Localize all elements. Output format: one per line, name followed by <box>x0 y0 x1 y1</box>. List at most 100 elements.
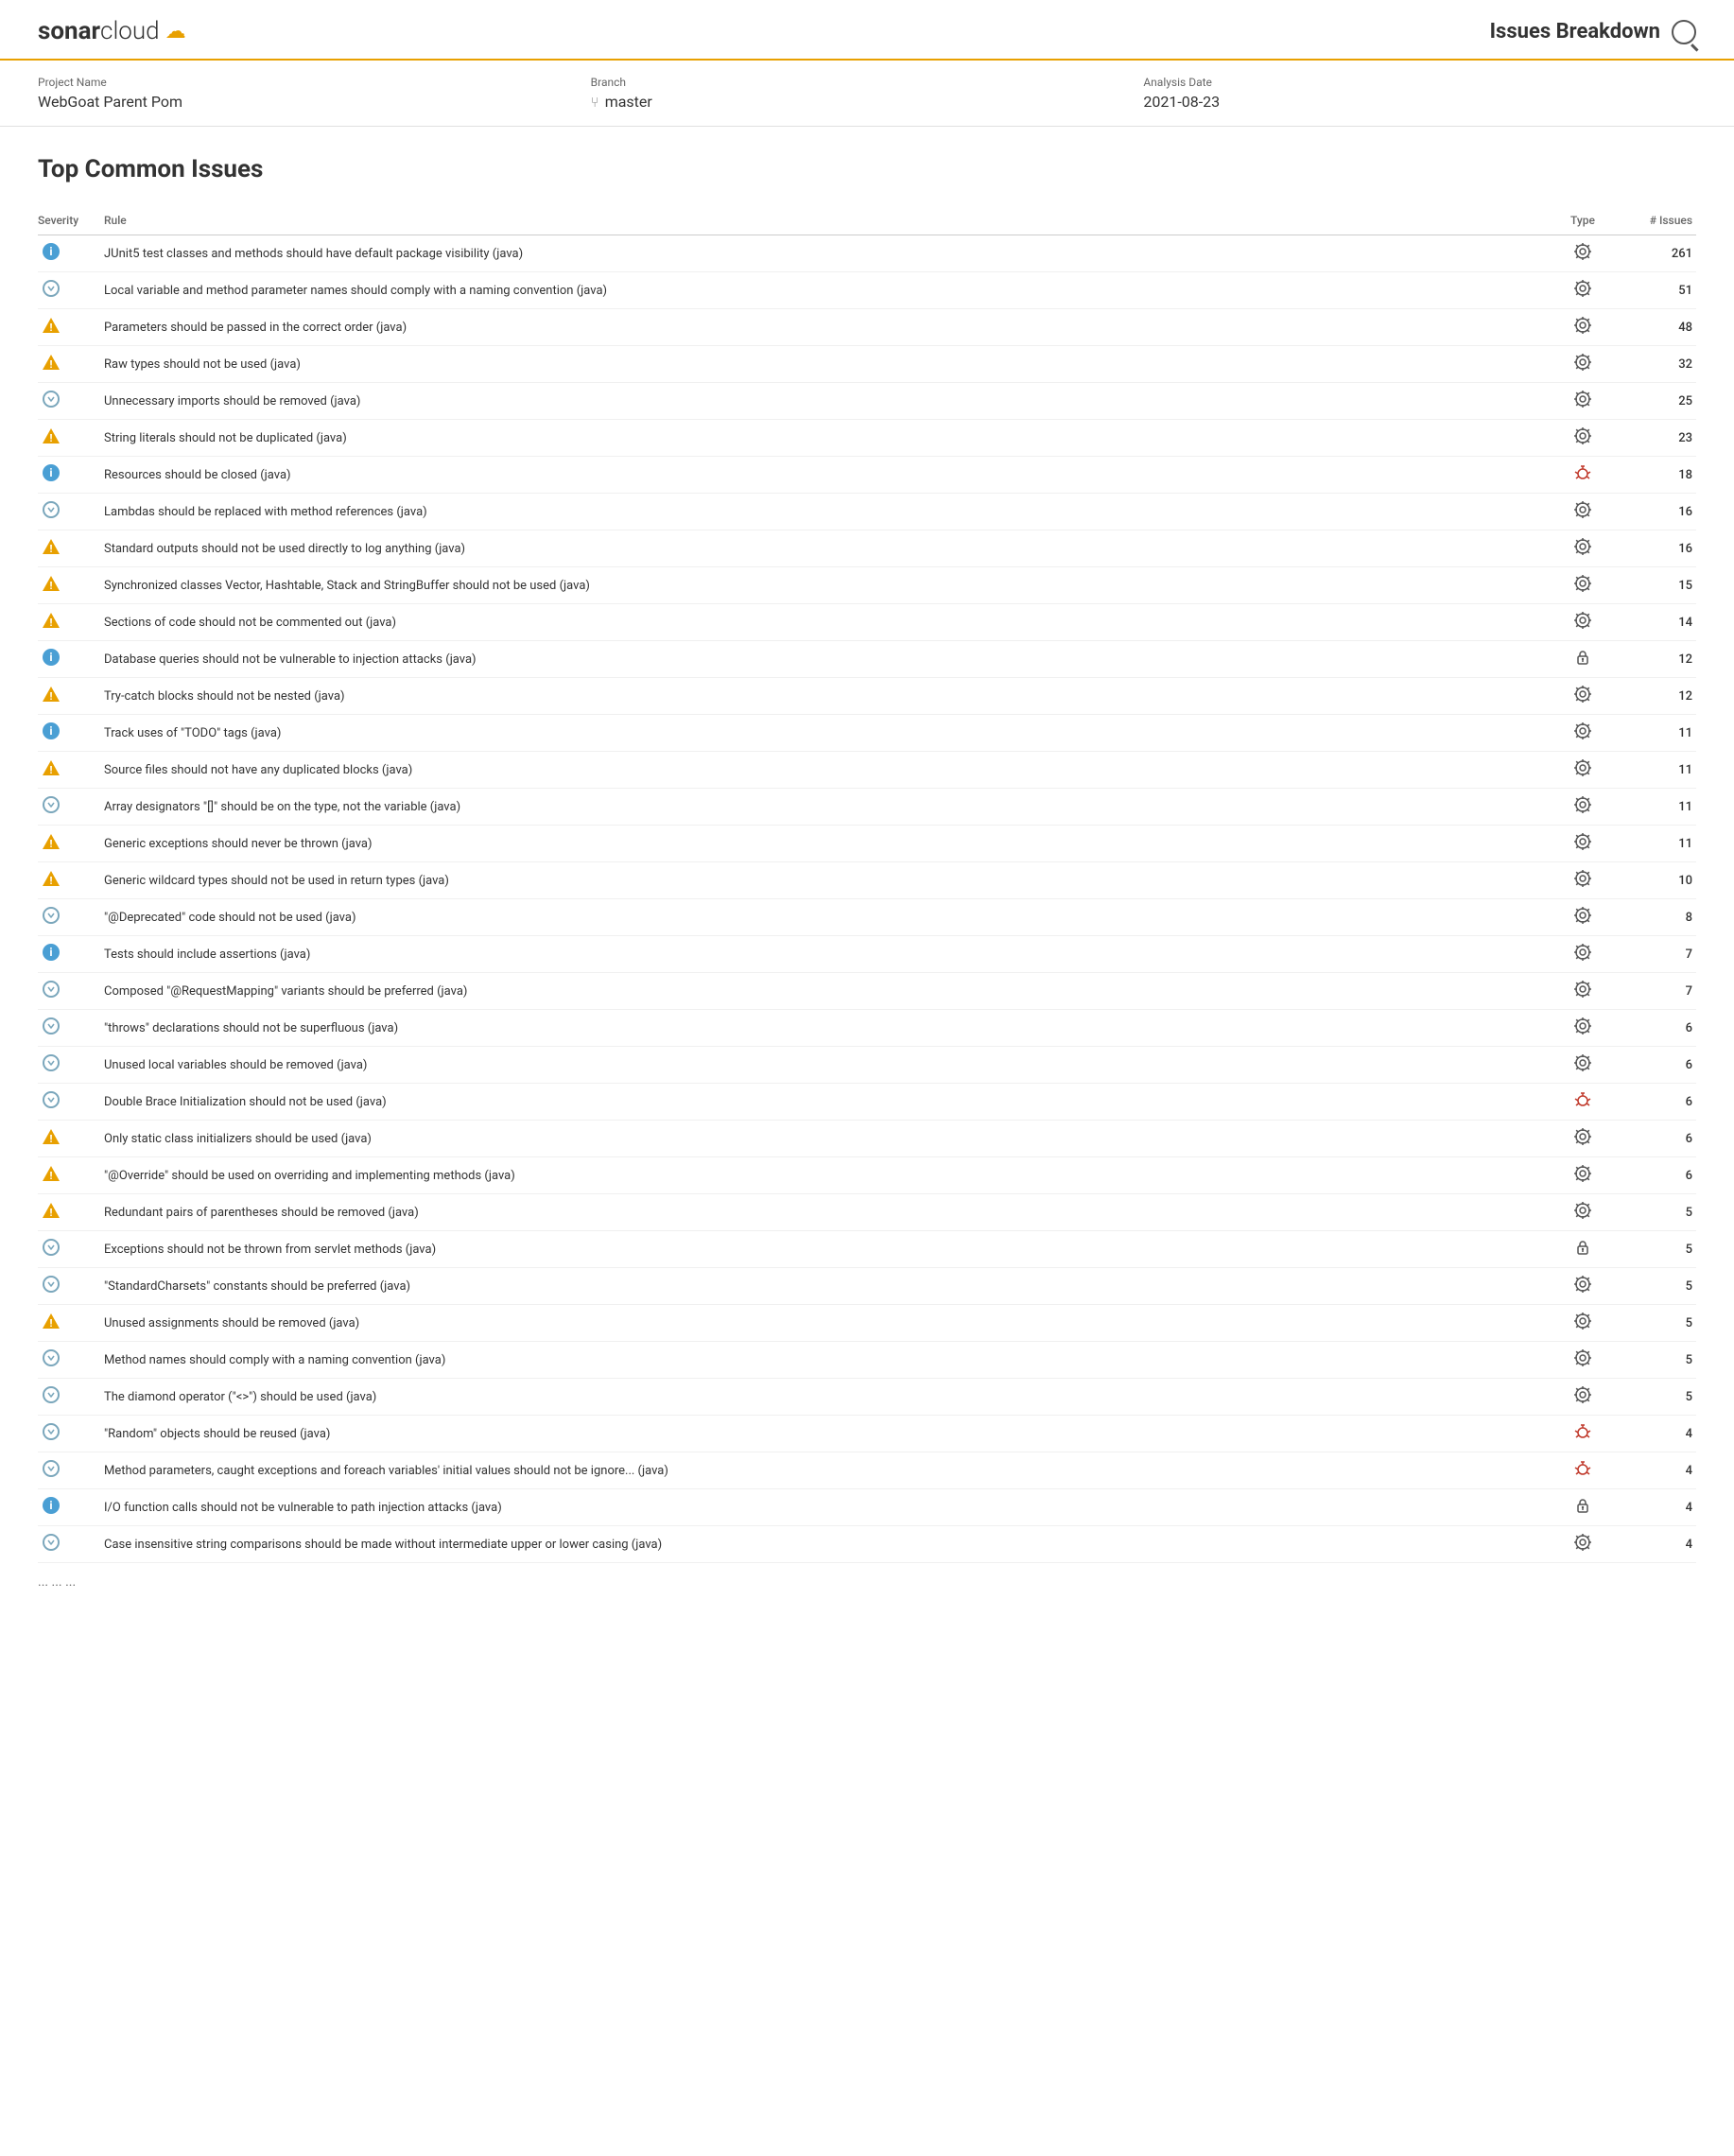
severity-cell: ! <box>38 353 104 375</box>
table-row[interactable]: ! Sections of code should not be comment… <box>38 604 1696 641</box>
issues-count: 32 <box>1621 357 1696 372</box>
search-icon[interactable] <box>1672 20 1696 44</box>
table-row[interactable]: Exceptions should not be thrown from ser… <box>38 1231 1696 1268</box>
table-row[interactable]: ! Raw types should not be used (java) 32 <box>38 346 1696 383</box>
rule-cell: Database queries should not be vulnerabl… <box>104 652 1545 667</box>
type-icon <box>1573 611 1592 634</box>
issues-count: 6 <box>1621 1132 1696 1146</box>
severity-icon: ! <box>42 353 61 375</box>
rule-cell: "@Deprecated" code should not be used (j… <box>104 911 1545 925</box>
svg-text:i: i <box>49 466 52 479</box>
logo: sonarcloud ☁ <box>38 17 186 45</box>
table-row[interactable]: ! String literals should not be duplicat… <box>38 420 1696 457</box>
rule-cell: Resources should be closed (java) <box>104 468 1545 482</box>
logo-cloud-icon: ☁ <box>165 20 186 43</box>
rule-cell: Method parameters, caught exceptions and… <box>104 1464 1545 1478</box>
table-row[interactable]: ! Parameters should be passed in the cor… <box>38 309 1696 346</box>
svg-text:!: ! <box>50 1317 53 1330</box>
page-title: Issues Breakdown <box>1490 20 1660 43</box>
type-cell <box>1545 390 1621 412</box>
rule-cell: JUnit5 test classes and methods should h… <box>104 247 1545 261</box>
main-content: Top Common Issues Severity Rule Type # I… <box>0 127 1734 1622</box>
severity-cell <box>38 1459 104 1482</box>
table-row[interactable]: Unused local variables should be removed… <box>38 1047 1696 1084</box>
severity-icon: i <box>42 943 61 965</box>
severity-cell: ! <box>38 316 104 339</box>
severity-cell: i <box>38 722 104 744</box>
type-cell <box>1545 316 1621 339</box>
project-value: WebGoat Parent Pom <box>38 93 591 111</box>
table-row[interactable]: ! Redundant pairs of parentheses should … <box>38 1194 1696 1231</box>
table-row[interactable]: Array designators "[]" should be on the … <box>38 789 1696 826</box>
severity-icon <box>42 1238 61 1261</box>
rule-cell: Sections of code should not be commented… <box>104 616 1545 630</box>
issues-count: 8 <box>1621 911 1696 925</box>
type-icon <box>1573 537 1592 560</box>
rule-cell: Only static class initializers should be… <box>104 1132 1545 1146</box>
table-row[interactable]: Case insensitive string comparisons shou… <box>38 1526 1696 1563</box>
issues-count: 4 <box>1621 1427 1696 1441</box>
type-cell <box>1545 1275 1621 1297</box>
rule-cell: Synchronized classes Vector, Hashtable, … <box>104 579 1545 593</box>
type-cell <box>1545 1459 1621 1482</box>
rule-cell: Tests should include assertions (java) <box>104 948 1545 962</box>
severity-icon <box>42 1090 61 1113</box>
rule-cell: Unused assignments should be removed (ja… <box>104 1316 1545 1330</box>
table-row[interactable]: Composed "@RequestMapping" variants shou… <box>38 973 1696 1010</box>
table-row[interactable]: i I/O function calls should not be vulne… <box>38 1489 1696 1526</box>
logo-light: cloud <box>100 17 160 45</box>
table-row[interactable]: "@Deprecated" code should not be used (j… <box>38 899 1696 936</box>
severity-icon <box>42 279 61 302</box>
table-row[interactable]: "Random" objects should be reused (java)… <box>38 1416 1696 1452</box>
table-row[interactable]: i Track uses of "TODO" tags (java) 11 <box>38 715 1696 752</box>
table-row[interactable]: Double Brace Initialization should not b… <box>38 1084 1696 1121</box>
table-row[interactable]: Lambdas should be replaced with method r… <box>38 494 1696 530</box>
type-icon <box>1573 648 1592 670</box>
issues-count: 7 <box>1621 948 1696 962</box>
type-cell <box>1545 242 1621 265</box>
type-icon <box>1573 1053 1592 1076</box>
table-row[interactable]: Method names should comply with a naming… <box>38 1342 1696 1379</box>
issues-count: 51 <box>1621 284 1696 298</box>
table-row[interactable]: Method parameters, caught exceptions and… <box>38 1452 1696 1489</box>
type-cell <box>1545 943 1621 965</box>
table-row[interactable]: Local variable and method parameter name… <box>38 272 1696 309</box>
severity-cell <box>38 1385 104 1408</box>
table-row[interactable]: ! Try-catch blocks should not be nested … <box>38 678 1696 715</box>
table-row[interactable]: ! Standard outputs should not be used di… <box>38 530 1696 567</box>
type-cell <box>1545 1053 1621 1076</box>
table-row[interactable]: ! Generic wildcard types should not be u… <box>38 862 1696 899</box>
table-row[interactable]: ! Unused assignments should be removed (… <box>38 1305 1696 1342</box>
table-row[interactable]: i Database queries should not be vulnera… <box>38 641 1696 678</box>
svg-text:i: i <box>49 651 52 664</box>
svg-text:i: i <box>49 245 52 258</box>
table-row[interactable]: i Resources should be closed (java) 18 <box>38 457 1696 494</box>
table-row[interactable]: i Tests should include assertions (java)… <box>38 936 1696 973</box>
table-row[interactable]: "throws" declarations should not be supe… <box>38 1010 1696 1047</box>
table-row[interactable]: ! "@Override" should be used on overridi… <box>38 1157 1696 1194</box>
severity-icon: ! <box>42 574 61 597</box>
issues-count: 4 <box>1621 1464 1696 1478</box>
type-icon <box>1573 353 1592 375</box>
table-row[interactable]: ! Generic exceptions should never be thr… <box>38 826 1696 862</box>
issues-count: 48 <box>1621 321 1696 335</box>
svg-text:!: ! <box>50 1170 53 1182</box>
type-icon <box>1573 869 1592 892</box>
type-icon <box>1573 316 1592 339</box>
type-cell <box>1545 1533 1621 1556</box>
table-row[interactable]: Unnecessary imports should be removed (j… <box>38 383 1696 420</box>
date-meta: Analysis Date 2021-08-23 <box>1143 76 1696 111</box>
table-row[interactable]: ! Synchronized classes Vector, Hashtable… <box>38 567 1696 604</box>
severity-icon: ! <box>42 1312 61 1334</box>
issues-count: 4 <box>1621 1538 1696 1552</box>
severity-cell: ! <box>38 832 104 855</box>
severity-cell <box>38 1348 104 1371</box>
table-row[interactable]: i JUnit5 test classes and methods should… <box>38 235 1696 272</box>
table-row[interactable]: ! Only static class initializers should … <box>38 1121 1696 1157</box>
branch-icon: ⑂ <box>591 94 599 111</box>
type-cell <box>1545 463 1621 486</box>
table-row[interactable]: The diamond operator ("<>") should be us… <box>38 1379 1696 1416</box>
table-row[interactable]: "StandardCharsets" constants should be p… <box>38 1268 1696 1305</box>
table-row[interactable]: ! Source files should not have any dupli… <box>38 752 1696 789</box>
svg-text:!: ! <box>50 838 53 850</box>
